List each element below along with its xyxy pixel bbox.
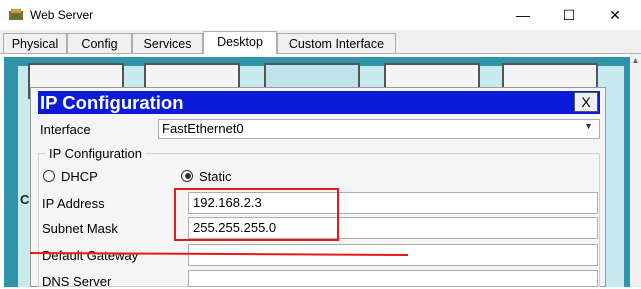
- radio-selected-dot: [185, 173, 191, 179]
- highlight-box: [174, 188, 339, 241]
- tab-physical[interactable]: Physical: [3, 33, 67, 53]
- static-label: Static: [199, 169, 232, 184]
- group-title: IP Configuration: [46, 146, 145, 161]
- window-title: Web Server: [30, 8, 94, 22]
- default-gateway-label: Default Gateway: [42, 248, 139, 263]
- minimize-button[interactable]: —: [500, 0, 546, 30]
- interface-label: Interface: [40, 122, 91, 137]
- maximize-button[interactable]: ☐: [546, 0, 592, 30]
- tab-desktop[interactable]: Desktop: [203, 31, 277, 55]
- dialog-close-button[interactable]: X: [574, 92, 598, 112]
- subnet-mask-label: Subnet Mask: [42, 221, 118, 236]
- tab-custom-interface[interactable]: Custom Interface: [277, 33, 396, 53]
- app-icon: [9, 9, 23, 20]
- tab-config[interactable]: Config: [67, 33, 132, 53]
- dhcp-radio[interactable]: [43, 170, 55, 182]
- scroll-up-icon[interactable]: ▲: [630, 54, 641, 68]
- interface-select[interactable]: FastEthernet0: [158, 119, 600, 139]
- vertical-scrollbar[interactable]: [630, 54, 641, 287]
- dns-server-field[interactable]: [188, 270, 598, 287]
- ip-address-label: IP Address: [42, 196, 105, 211]
- dialog-title: IP Configuration: [40, 92, 184, 113]
- dhcp-label: DHCP: [61, 169, 98, 184]
- partial-label: C: [20, 192, 30, 207]
- close-button[interactable]: ✕: [592, 0, 638, 30]
- tab-services[interactable]: Services: [132, 33, 203, 53]
- chevron-down-icon[interactable]: ▼: [584, 121, 593, 131]
- static-radio[interactable]: [181, 170, 193, 182]
